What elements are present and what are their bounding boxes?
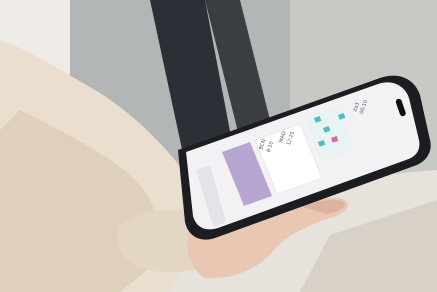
photo-scene: BCN 8:10 MAD 12:25 2a3 00:10 <box>0 0 437 292</box>
